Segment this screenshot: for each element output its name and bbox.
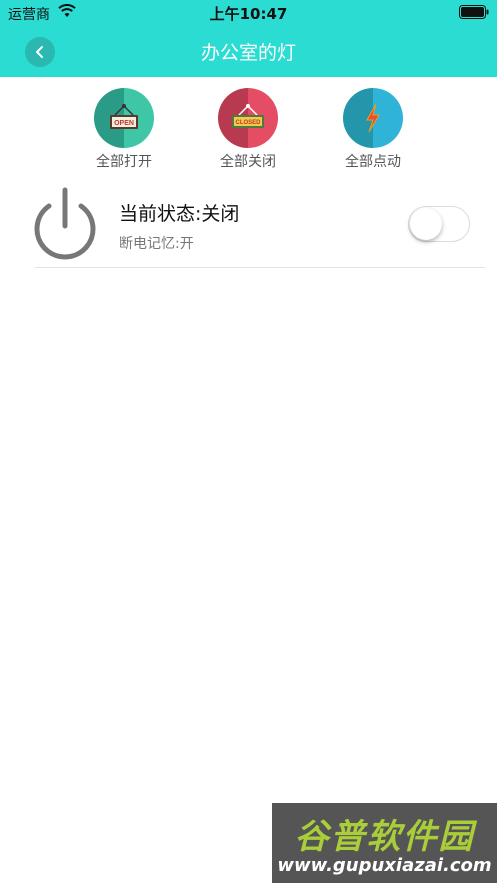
status-time: 上午10:47 (209, 5, 288, 23)
switch-knob (410, 208, 442, 240)
nav-bar: 办公室的灯 (0, 25, 497, 77)
pulse-all-button[interactable]: 全部点动 (328, 88, 418, 171)
watermark: 谷普软件园 www.gupuxiazai.com (272, 803, 497, 883)
bulk-actions: OPEN 全部打开 CLOSED 全部关闭 全部点动 (0, 88, 497, 178)
lightning-icon (343, 88, 403, 148)
open-sign-icon: OPEN (94, 88, 154, 148)
watermark-title: 谷普软件园 (294, 817, 475, 857)
power-memory-label: 断电记忆:开 (119, 236, 194, 252)
device-row: 当前状态:关闭 断电记忆:开 (34, 186, 485, 268)
page-title: 办公室的灯 (200, 42, 296, 64)
open-all-label: 全部打开 (96, 154, 152, 170)
status-bar: 运营商 上午10:47 (0, 0, 497, 25)
power-icon[interactable] (29, 186, 101, 264)
device-switch[interactable] (408, 206, 470, 242)
battery-icon (459, 5, 489, 19)
closed-sign-text: CLOSED (235, 120, 261, 126)
closed-sign-icon: CLOSED (218, 88, 278, 148)
pulse-all-label: 全部点动 (345, 154, 401, 170)
device-status: 当前状态:关闭 (119, 203, 240, 225)
open-all-button[interactable]: OPEN 全部打开 (79, 88, 169, 171)
open-sign-text: OPEN (114, 120, 134, 127)
close-all-button[interactable]: CLOSED 全部关闭 (203, 88, 293, 171)
watermark-url: www.gupuxiazai.com (277, 855, 492, 876)
close-all-label: 全部关闭 (220, 154, 276, 170)
header: 运营商 上午10:47 办公室的灯 (0, 0, 497, 77)
